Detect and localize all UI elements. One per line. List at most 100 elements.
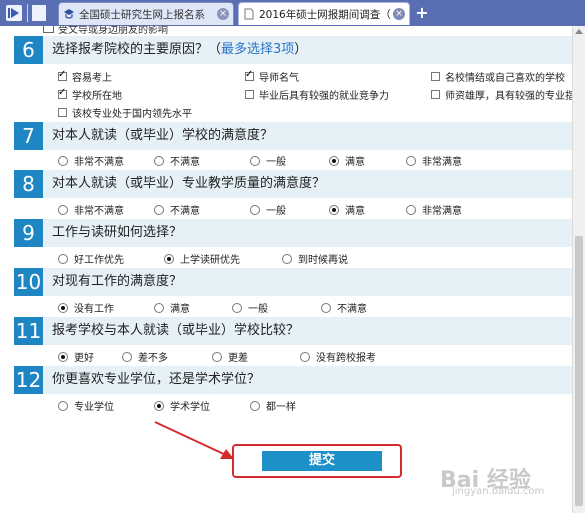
option-checkbox[interactable]: 学校所在地	[58, 87, 122, 102]
radio-button[interactable]	[154, 155, 164, 166]
option-checkbox[interactable]: 该校专业处于国内领先水平	[58, 105, 192, 120]
radio-button[interactable]	[282, 253, 292, 264]
radio-button[interactable]	[58, 204, 68, 215]
new-tab-button[interactable]: +	[414, 5, 430, 21]
tab-survey[interactable]: 2016年硕士网报期间调查（ ×	[238, 2, 410, 25]
radio-button[interactable]	[154, 302, 164, 313]
checkbox[interactable]	[58, 108, 67, 117]
option-radio[interactable]: 一般	[250, 153, 286, 168]
tab-label: 2016年硕士网报期间调查（	[259, 8, 391, 21]
option-radio[interactable]: 非常不满意	[58, 153, 124, 168]
option-checkbox[interactable]: 毕业后具有较强的就业竞争力	[245, 87, 389, 102]
option-radio[interactable]: 都一样	[250, 398, 296, 413]
checkbox[interactable]	[245, 90, 254, 99]
radio-button[interactable]	[300, 351, 310, 362]
option-radio[interactable]: 满意	[154, 300, 190, 315]
question-number: 11	[14, 317, 43, 345]
radio-button[interactable]	[232, 302, 242, 313]
radio-button[interactable]	[250, 155, 260, 166]
option-radio[interactable]: 不满意	[154, 153, 200, 168]
question-title: 对本人就读（或毕业）专业教学质量的满意度？	[52, 176, 326, 191]
option-radio[interactable]: 学术学位	[154, 398, 210, 413]
radio-button[interactable]	[212, 351, 222, 362]
radio-button[interactable]	[321, 302, 331, 313]
question-header-6: 6 选择报考院校的主要原因？（最多选择3项）	[14, 36, 572, 64]
checkbox[interactable]	[58, 69, 67, 81]
option-radio[interactable]: 没有跨校报考	[300, 349, 376, 364]
question-header-10: 10 对现有工作的满意度？	[14, 268, 572, 296]
document-icon	[244, 8, 254, 20]
option-radio[interactable]: 非常满意	[406, 202, 462, 217]
radio-button[interactable]	[58, 302, 68, 313]
checkbox[interactable]	[431, 90, 440, 99]
radio-button[interactable]	[58, 253, 68, 264]
radio-button[interactable]	[329, 204, 339, 215]
option-radio[interactable]: 没有工作	[58, 300, 114, 315]
question-header-11: 11 报考学校与本人就读（或毕业）学校比较？	[14, 317, 572, 345]
radio-button[interactable]	[250, 204, 260, 215]
radio-button[interactable]	[164, 253, 174, 264]
site-favicon-icon	[64, 9, 74, 19]
question-title: 对现有工作的满意度？	[52, 274, 183, 289]
option-radio[interactable]: 更差	[212, 349, 248, 364]
radio-button[interactable]	[154, 204, 164, 215]
submit-highlight-box: 提交	[232, 444, 402, 478]
question-number: 6	[14, 36, 43, 64]
question-title: 你更喜欢专业学位，还是学术学位？	[52, 372, 261, 387]
radio-button[interactable]	[406, 204, 416, 215]
scroll-up-arrow-icon[interactable]	[575, 29, 583, 34]
option-radio[interactable]: 专业学位	[58, 398, 114, 413]
option-radio[interactable]: 满意	[329, 202, 365, 217]
option-radio[interactable]: 上学读研优先	[164, 251, 240, 266]
question-number: 9	[14, 219, 43, 247]
question-title: 对本人就读（或毕业）学校的满意度？	[52, 128, 274, 143]
question-title: 报考学校与本人就读（或毕业）学校比较？	[52, 323, 300, 338]
option-radio[interactable]: 差不多	[122, 349, 168, 364]
option-radio[interactable]: 满意	[329, 153, 365, 168]
selection-limit-note: 最多选择3项	[221, 42, 295, 57]
radio-button[interactable]	[122, 351, 132, 362]
tab-registration-system[interactable]: 全国硕士研究生网上报名系 ×	[58, 2, 234, 25]
close-tab-icon[interactable]: ×	[393, 8, 405, 20]
radio-button[interactable]	[406, 155, 416, 166]
option-radio[interactable]: 一般	[232, 300, 268, 315]
option-radio[interactable]: 非常满意	[406, 153, 462, 168]
submit-button[interactable]: 提交	[262, 451, 382, 471]
checkbox[interactable]	[245, 69, 254, 81]
radio-button[interactable]	[58, 400, 68, 411]
page-icon[interactable]	[32, 5, 46, 21]
option-checkbox[interactable]: 容易考上	[58, 69, 112, 84]
forward-arrow-icon[interactable]	[6, 5, 22, 21]
radio-button[interactable]	[58, 155, 68, 166]
option-radio[interactable]: 好工作优先	[58, 251, 124, 266]
radio-button[interactable]	[154, 400, 164, 411]
question-title: 选择报考院校的主要原因？（最多选择3项）	[52, 42, 308, 57]
annotation-arrow-icon	[154, 421, 234, 459]
vertical-scrollbar[interactable]	[572, 26, 585, 513]
tab-label: 全国硕士研究生网上报名系	[79, 8, 205, 21]
option-radio[interactable]: 一般	[250, 202, 286, 217]
checkbox[interactable]	[43, 26, 54, 33]
browser-tab-bar: 全国硕士研究生网上报名系 × 2016年硕士网报期间调查（ × +	[0, 0, 585, 27]
survey-page: 受文导或身边朋友的影响 6 选择报考院校的主要原因？（最多选择3项） 容易考上 …	[0, 26, 572, 513]
scrollbar-thumb[interactable]	[575, 236, 583, 506]
radio-button[interactable]	[329, 155, 339, 166]
option-checkbox[interactable]: 导师名气	[245, 69, 299, 84]
toolbar-divider	[27, 4, 28, 22]
checkbox[interactable]	[58, 87, 67, 99]
question-number: 12	[14, 366, 43, 394]
radio-button[interactable]	[250, 400, 260, 411]
checkbox[interactable]	[431, 72, 440, 81]
radio-button[interactable]	[58, 351, 68, 362]
option-radio[interactable]: 不满意	[154, 202, 200, 217]
question-header-12: 12 你更喜欢专业学位，还是学术学位？	[14, 366, 572, 394]
option-radio[interactable]: 更好	[58, 349, 94, 364]
question-number: 7	[14, 122, 43, 150]
option-checkbox[interactable]: 师资雄厚，具有较强的专业指	[431, 87, 572, 102]
option-radio[interactable]: 非常不满意	[58, 202, 124, 217]
close-tab-icon[interactable]: ×	[217, 8, 229, 20]
option-radio[interactable]: 到时候再说	[282, 251, 348, 266]
option-checkbox[interactable]: 名校情结或自己喜欢的学校	[431, 69, 565, 84]
option-radio[interactable]: 不满意	[321, 300, 367, 315]
question-number: 10	[14, 268, 43, 296]
